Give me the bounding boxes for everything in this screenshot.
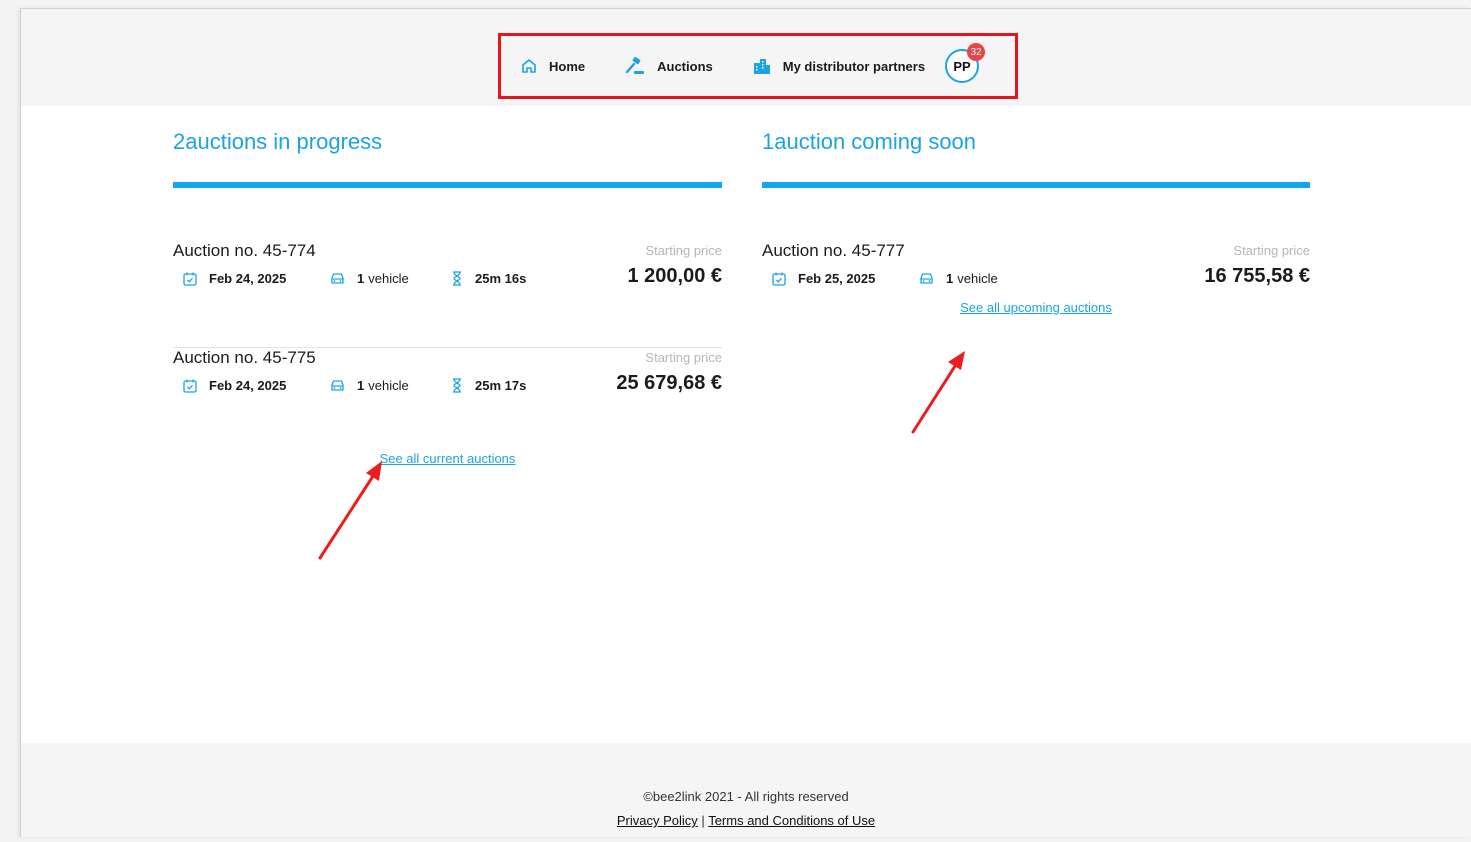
starting-price: 1 200,00 € [627, 265, 722, 287]
in-progress-heading: 2auctions in progress [173, 129, 383, 154]
notification-badge: 32 [967, 43, 986, 61]
nav-distributor-partners[interactable]: My distributor partners [753, 58, 925, 74]
nav-auctions-label: Auctions [657, 58, 713, 74]
auction-title: Auction no. 45-774 [173, 241, 316, 260]
page-footer: ©bee2link 2021 - All rights reserved Pri… [21, 743, 1471, 837]
footer-links: Privacy Policy | Terms and Conditions of… [21, 813, 1471, 828]
buildings-icon [753, 59, 770, 74]
auction-date-text: Feb 24, 2025 [209, 271, 287, 286]
auction-date: Feb 25, 2025 [772, 271, 919, 286]
auctions-in-progress-section: 2auctions in progress Auction no. 45-774… [173, 129, 722, 466]
auction-date-text: Feb 24, 2025 [209, 378, 287, 393]
auction-title: Auction no. 45-775 [173, 348, 316, 367]
auction-vehicles: 1 vehicle [330, 378, 451, 393]
avatar-initials: PP [953, 58, 971, 74]
hourglass-icon [453, 378, 461, 393]
calendar-icon [183, 272, 197, 286]
starting-price-label: Starting price [645, 350, 722, 365]
auction-card[interactable]: Auction no. 45-777 Feb 25, 2025 1 vehicl… [762, 241, 1310, 348]
starting-price-label: Starting price [1233, 243, 1310, 258]
privacy-policy-link[interactable]: Privacy Policy [617, 813, 698, 828]
terms-link[interactable]: Terms and Conditions of Use [708, 813, 875, 828]
gavel-icon [625, 57, 645, 74]
auction-title: Auction no. 45-777 [762, 241, 905, 260]
nav-partners-label: My distributor partners [782, 58, 926, 74]
coming-soon-heading: 1auction coming soon [762, 129, 977, 154]
auction-card[interactable]: Auction no. 45-774 Feb 24, 2025 1 vehicl… [173, 241, 722, 348]
vehicle-count: 1 [357, 271, 365, 286]
timer-text: 25m 17s [475, 378, 527, 393]
calendar-icon [772, 272, 786, 286]
nav-home[interactable]: Home [521, 58, 585, 74]
auction-date-text: Feb 25, 2025 [798, 271, 876, 286]
vehicle-label: vehicle [368, 271, 409, 286]
top-navigation-bar: Home Auctions My distributor partners PP… [21, 9, 1471, 106]
nav-highlight-box: Home Auctions My distributor partners PP… [498, 33, 1018, 99]
auction-meta: Feb 24, 2025 1 vehicle 25m 17s [183, 378, 526, 393]
user-avatar[interactable]: PP 32 [945, 43, 986, 83]
starting-price: 25 679,68 € [616, 372, 722, 394]
car-icon [331, 380, 344, 391]
calendar-icon [183, 379, 197, 393]
auction-timer: 25m 17s [451, 378, 526, 393]
nav-auctions[interactable]: Auctions [625, 57, 713, 75]
in-progress-list: Auction no. 45-774 Feb 24, 2025 1 vehicl… [173, 241, 722, 430]
nav-home-label: Home [549, 58, 586, 74]
timer-text: 25m 16s [475, 271, 527, 286]
car-icon [920, 273, 933, 284]
auction-date: Feb 24, 2025 [183, 378, 330, 393]
auction-vehicles: 1 vehicle [330, 271, 451, 286]
auction-timer: 25m 16s [451, 271, 526, 286]
coming-soon-list: Auction no. 45-777 Feb 25, 2025 1 vehicl… [762, 241, 1310, 348]
auction-meta: Feb 25, 2025 1 vehicle [772, 271, 1040, 286]
starting-price-label: Starting price [645, 243, 722, 258]
vehicle-count: 1 [357, 378, 365, 393]
auction-date: Feb 24, 2025 [183, 271, 330, 286]
auction-meta: Feb 24, 2025 1 vehicle 25m 16s [183, 271, 526, 286]
copyright-text: ©bee2link 2021 - All rights reserved [643, 789, 849, 804]
auctions-coming-soon-section: 1auction coming soon Auction no. 45-777 … [762, 129, 1310, 315]
see-all-current-auctions-link[interactable]: See all current auctions [173, 451, 722, 466]
section-divider [173, 182, 722, 188]
home-icon [522, 59, 536, 73]
hourglass-icon [453, 271, 461, 286]
auction-vehicles: 1 vehicle [919, 271, 1040, 286]
vehicle-count: 1 [946, 271, 954, 286]
starting-price: 16 755,58 € [1204, 265, 1310, 287]
vehicle-label: vehicle [957, 271, 998, 286]
page-frame: Home Auctions My distributor partners PP… [20, 8, 1471, 837]
car-icon [331, 273, 344, 284]
auction-card[interactable]: Auction no. 45-775 Feb 24, 2025 1 vehicl… [173, 348, 722, 430]
vehicle-label: vehicle [368, 378, 409, 393]
footer-separator: | [701, 813, 705, 828]
section-divider [762, 182, 1310, 188]
